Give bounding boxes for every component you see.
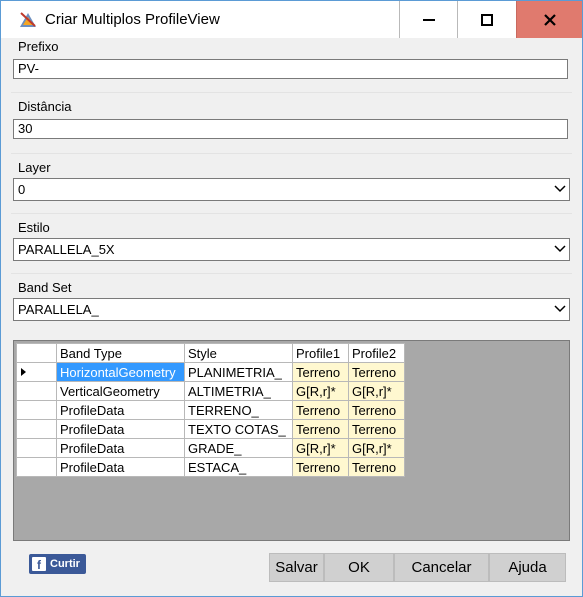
profile2-cell[interactable]: Terreno [348,419,405,439]
style-cell[interactable]: GRADE_ [184,438,293,458]
band-type-cell[interactable]: ProfileData [56,400,185,420]
table-row[interactable]: ProfileData TERRENO_ Terreno Terreno [16,400,405,420]
column-header-profile2[interactable]: Profile2 [348,343,405,363]
row-header[interactable] [16,438,57,458]
table-row[interactable]: VerticalGeometry ALTIMETRIA_ G[R,r]* G[R… [16,381,405,401]
profile2-cell[interactable]: G[R,r]* [348,438,405,458]
estilo-select[interactable]: PARALLELA_5X [13,238,570,261]
profile1-cell[interactable]: Terreno [292,362,349,382]
style-cell[interactable]: TEXTO COTAS_ [184,419,293,439]
layer-label: Layer [18,160,51,175]
facebook-like-label: Curtir [50,558,80,570]
close-icon [544,13,556,26]
style-cell[interactable]: TERRENO_ [184,400,293,420]
band-type-cell[interactable]: HorizontalGeometry [56,362,185,382]
distancia-label: Distância [18,99,72,114]
chevron-down-icon [554,185,566,193]
style-cell[interactable]: ALTIMETRIA_ [184,381,293,401]
bands-grid[interactable]: Band Type Style Profile1 Profile2 Horizo… [13,340,570,541]
divider [11,153,572,154]
estilo-label: Estilo [18,220,50,235]
profile1-cell[interactable]: G[R,r]* [292,381,349,401]
divider [11,213,572,214]
maximize-icon [480,13,493,26]
profile1-cell[interactable]: Terreno [292,400,349,420]
profile1-cell[interactable]: Terreno [292,457,349,477]
distancia-field[interactable]: 30 [13,119,568,139]
cancelar-button[interactable]: Cancelar [394,553,489,582]
table-row[interactable]: HorizontalGeometry PLANIMETRIA_ Terreno … [16,362,405,382]
style-cell[interactable]: ESTACA_ [184,457,293,477]
minimize-icon [422,18,435,21]
band-set-select-value: PARALLELA_ [18,302,99,317]
chevron-down-icon [554,245,566,253]
band-set-select[interactable]: PARALLELA_ [13,298,570,321]
band-type-cell[interactable]: ProfileData [56,438,185,458]
title-bar[interactable]: Criar Multiplos ProfileView [1,1,582,38]
row-header[interactable] [16,381,57,401]
prefixo-label: Prefixo [18,39,59,54]
profile2-cell[interactable]: Terreno [348,362,405,382]
band-type-cell[interactable]: VerticalGeometry [56,381,185,401]
table-row[interactable]: ProfileData ESTACA_ Terreno Terreno [16,457,405,477]
band-type-cell[interactable]: ProfileData [56,419,185,439]
facebook-like-button[interactable]: f Curtir [29,554,86,574]
row-header[interactable] [16,457,57,477]
salvar-button[interactable]: Salvar [269,553,324,582]
layer-select-value: 0 [18,182,26,197]
prefixo-field[interactable]: PV- [13,59,568,79]
table-row[interactable]: ProfileData GRADE_ G[R,r]* G[R,r]* [16,438,405,458]
profile2-cell[interactable]: Terreno [348,400,405,420]
row-header[interactable] [16,419,57,439]
estilo-select-value: PARALLELA_5X [18,242,115,257]
band-type-cell[interactable]: ProfileData [56,457,185,477]
app-icon [20,12,36,27]
profile1-cell[interactable]: Terreno [292,419,349,439]
current-row-arrow-icon [21,367,26,376]
style-cell[interactable]: PLANIMETRIA_ [184,362,293,382]
profile2-cell[interactable]: Terreno [348,457,405,477]
table-row[interactable]: ProfileData TEXTO COTAS_ Terreno Terreno [16,419,405,439]
row-header[interactable] [16,400,57,420]
facebook-icon: f [32,557,46,571]
profile1-cell[interactable]: G[R,r]* [292,438,349,458]
maximize-button[interactable] [457,1,515,38]
corner-cell[interactable] [16,343,57,363]
column-header-profile1[interactable]: Profile1 [292,343,349,363]
divider [11,92,572,93]
window-title: Criar Multiplos ProfileView [45,11,220,28]
profile2-cell[interactable]: G[R,r]* [348,381,405,401]
layer-select[interactable]: 0 [13,178,570,201]
column-header-band-type[interactable]: Band Type [56,343,185,363]
chevron-down-icon [554,305,566,313]
band-set-label: Band Set [18,280,72,295]
ajuda-button[interactable]: Ajuda [489,553,566,582]
row-header[interactable] [16,362,57,382]
close-button[interactable] [516,1,582,38]
bands-table: Band Type Style Profile1 Profile2 Horizo… [16,343,405,477]
divider [11,273,572,274]
table-header-row: Band Type Style Profile1 Profile2 [16,343,405,363]
dialog-window: Criar Multiplos ProfileView Prefixo PV- … [0,0,583,597]
ok-button[interactable]: OK [324,553,394,582]
column-header-style[interactable]: Style [184,343,293,363]
minimize-button[interactable] [399,1,457,38]
